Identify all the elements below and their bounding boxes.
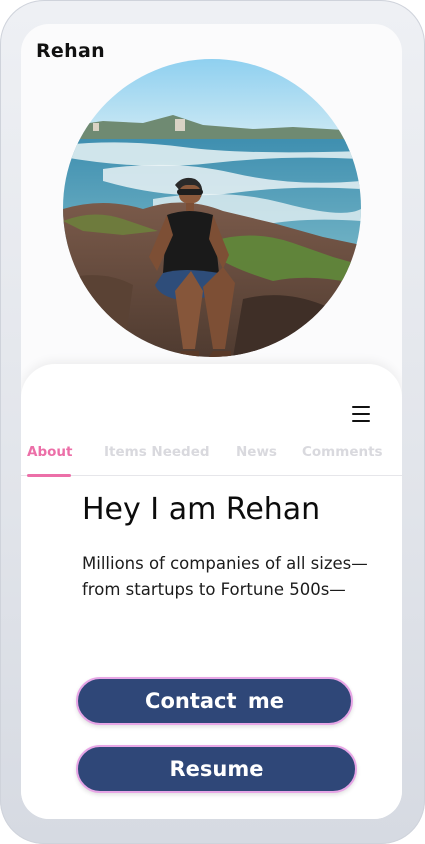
device-frame: Rehan About Items Needed News Comments H… <box>0 0 425 844</box>
profile-photo <box>63 59 361 357</box>
resume-button[interactable]: Resume <box>76 745 357 793</box>
profile-tabs: About Items Needed News Comments <box>21 440 402 477</box>
beach-photo <box>63 59 361 357</box>
contact-me-button[interactable]: Contact me <box>76 677 353 725</box>
tab-comments[interactable]: Comments <box>302 444 383 460</box>
app-screen: Rehan About Items Needed News Comments H… <box>21 24 402 819</box>
about-heading: Hey I am Rehan <box>82 492 321 527</box>
menu-line <box>352 420 370 422</box>
tab-about[interactable]: About <box>27 444 72 460</box>
profile-card: About Items Needed News Comments Hey I a… <box>21 364 402 819</box>
menu-line <box>352 406 370 408</box>
tab-items-needed[interactable]: Items Needed <box>104 444 210 460</box>
tab-news[interactable]: News <box>236 444 277 460</box>
about-description: Millions of companies of all sizes—from … <box>82 554 368 599</box>
menu-line <box>352 413 370 415</box>
profile-username: Rehan <box>36 40 105 62</box>
active-tab-indicator <box>27 474 71 477</box>
hamburger-menu-icon[interactable] <box>352 406 370 422</box>
